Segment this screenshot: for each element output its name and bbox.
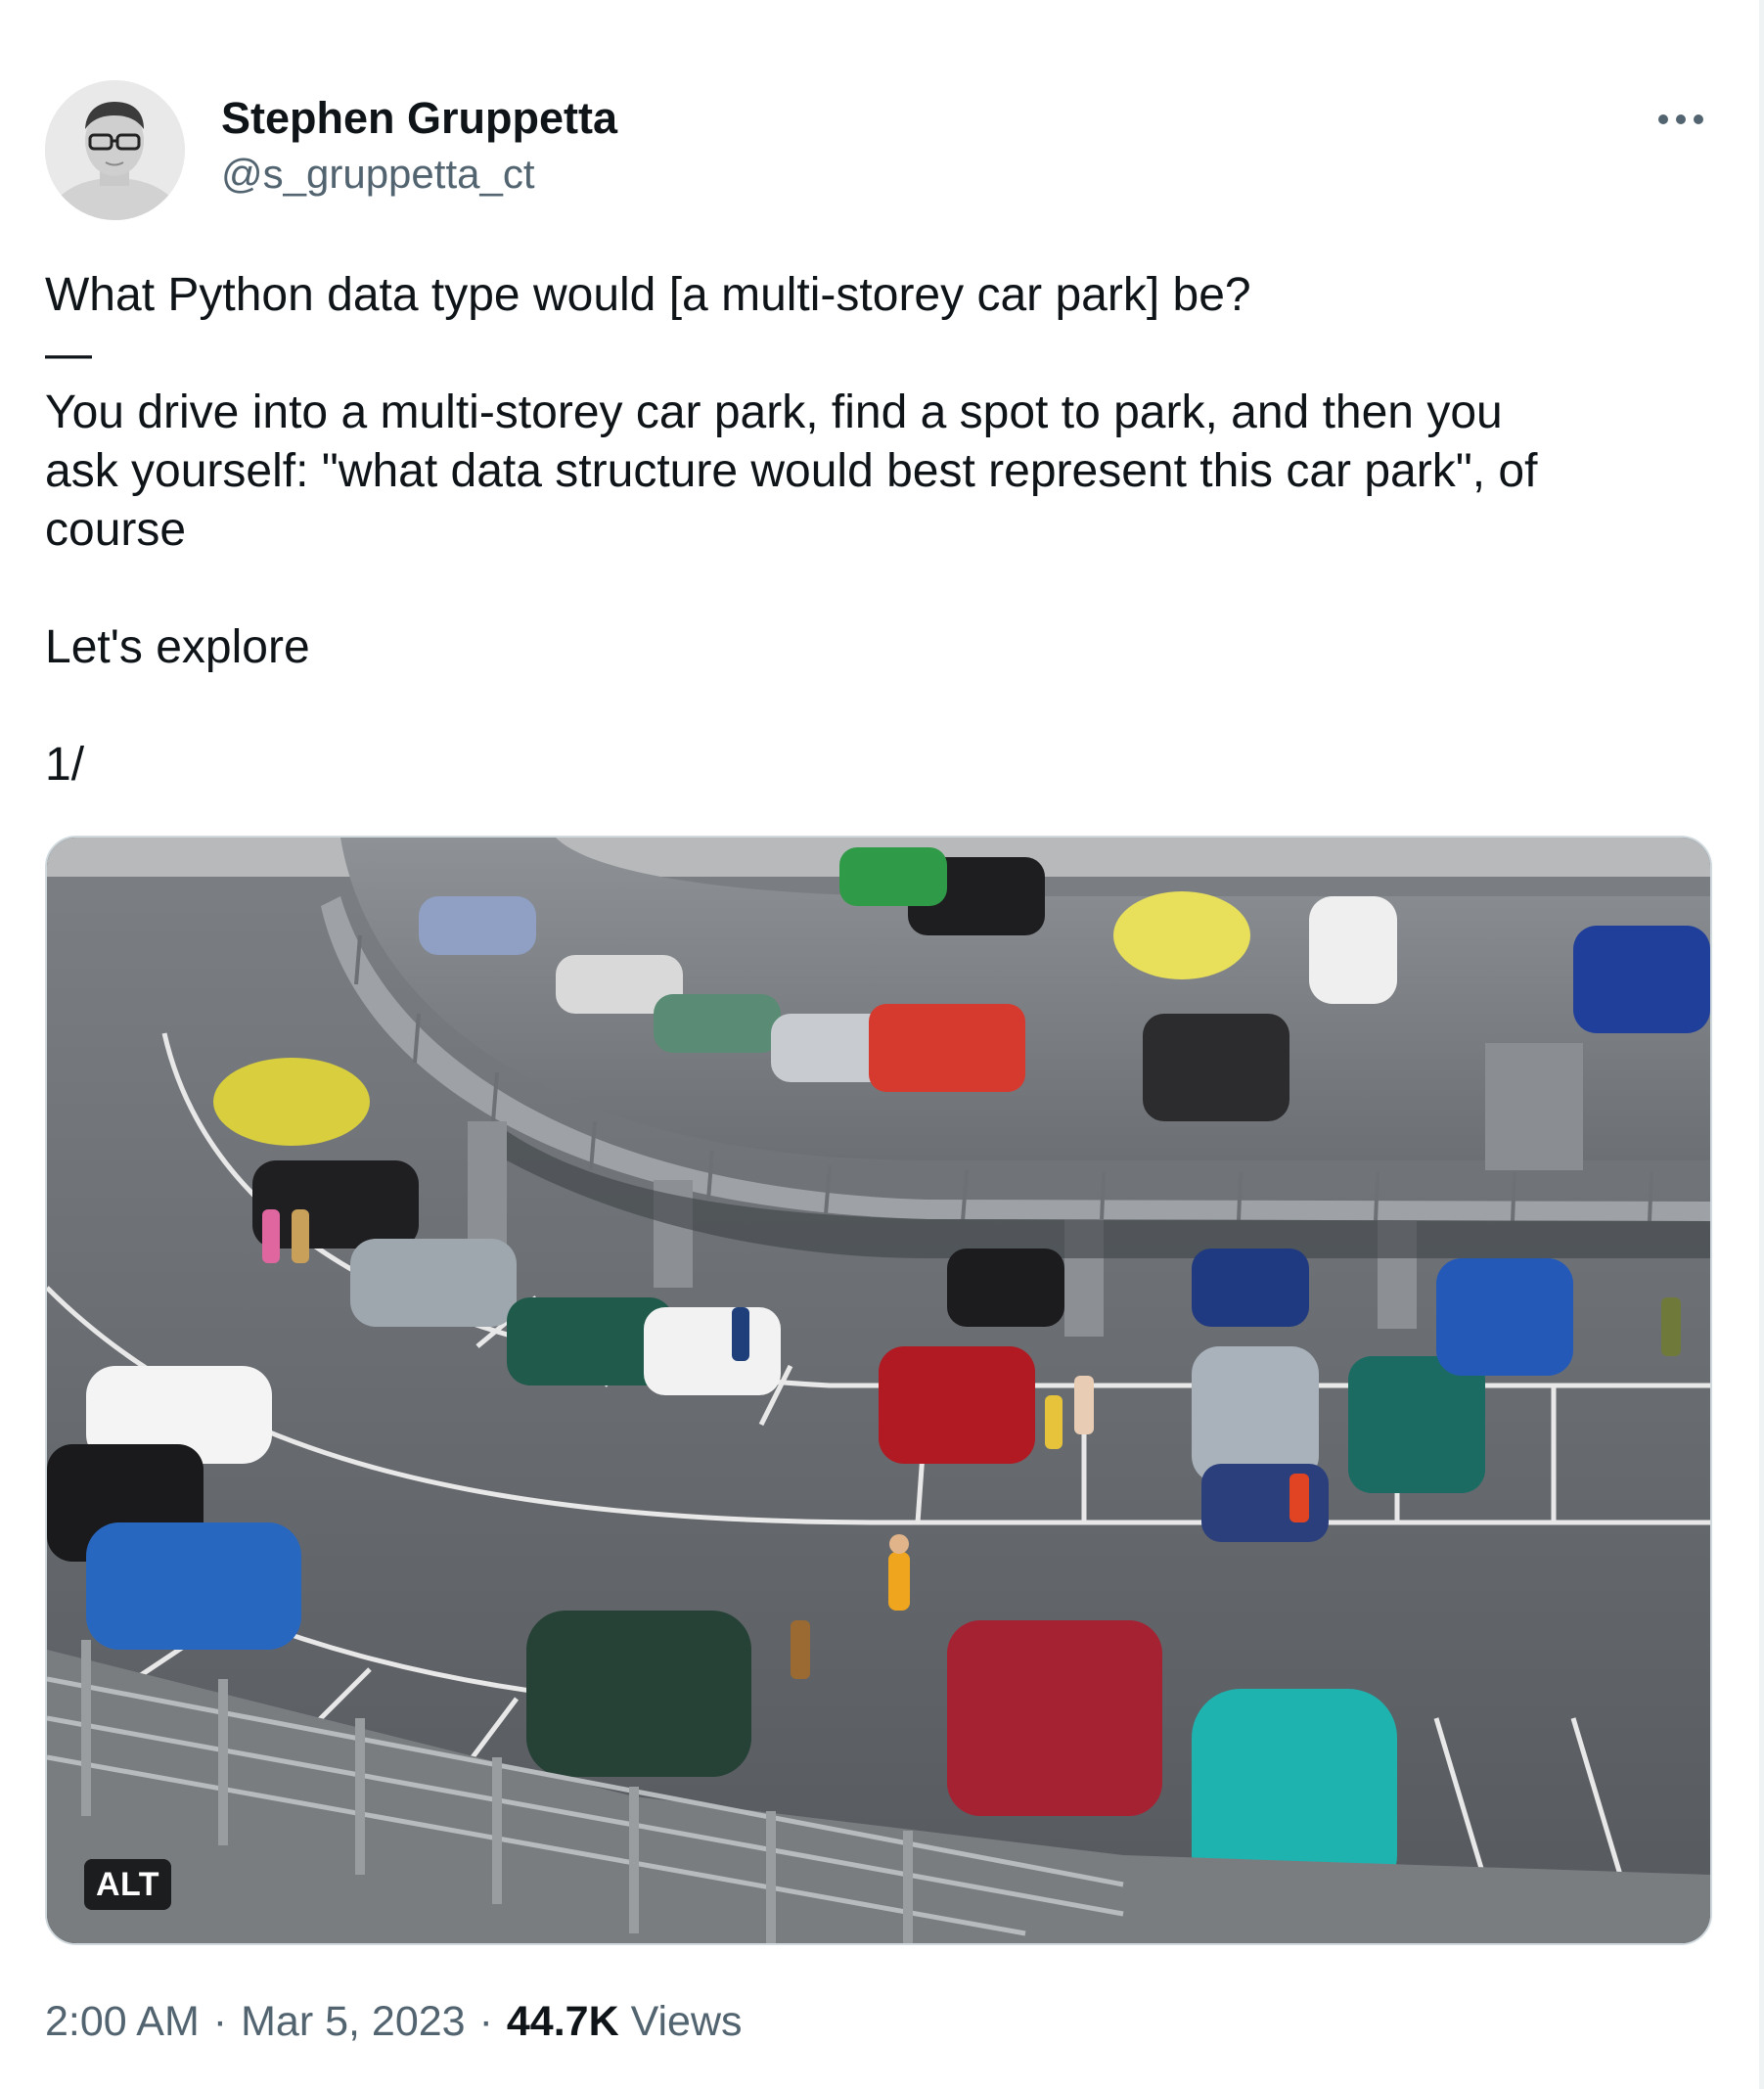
more-options-button[interactable]: [1650, 98, 1712, 141]
views-link[interactable]: 44.7K Views: [507, 1998, 743, 2045]
author-handle[interactable]: @s_gruppetta_ct: [221, 149, 617, 200]
alt-text-badge[interactable]: ALT: [84, 1859, 172, 1910]
timeline-border: [1759, 0, 1764, 2089]
profile-photo-icon: [45, 80, 185, 220]
tweet-divider: —: [45, 325, 1708, 384]
meta-separator: ·: [212, 1998, 228, 2045]
tweet-meta: 2:00 AM · Mar 5, 2023 · 44.7K Views: [45, 1996, 743, 2047]
tweet-body-line-3: course: [45, 504, 187, 556]
views-count: 44.7K: [506, 1998, 619, 2045]
tweet-body-line-1: You drive into a multi-storey car park, …: [45, 386, 1503, 438]
tweet-explore-line: Let's explore: [45, 621, 310, 673]
meta-separator: ·: [478, 1998, 493, 2045]
avatar[interactable]: [45, 80, 185, 220]
author-display-name[interactable]: Stephen Gruppetta: [221, 92, 617, 145]
model-car-park-photo-icon: [47, 838, 1710, 1943]
author-block: Stephen Gruppetta @s_gruppetta_ct: [221, 92, 617, 200]
thread-marker: 1/: [45, 739, 85, 791]
tweet-time: 2:00 AM: [45, 1998, 200, 2045]
views-label: Views: [630, 1998, 743, 2045]
tweet-date: Mar 5, 2023: [241, 1998, 466, 2045]
tweet-body-line-2: ask yourself: "what data structure would…: [45, 445, 1538, 497]
tweet-text: What Python data type would [a multi-sto…: [45, 266, 1708, 795]
tweet-title-line: What Python data type would [a multi-sto…: [45, 269, 1251, 321]
divider-dash: —: [45, 328, 92, 380]
tweet-media-image[interactable]: ALT: [45, 836, 1712, 1945]
tweet: Stephen Gruppetta @s_gruppetta_ct What P…: [45, 0, 1712, 2089]
ellipsis-icon: [1658, 114, 1703, 124]
tweet-timestamp-link[interactable]: 2:00 AM · Mar 5, 2023: [45, 1998, 466, 2045]
